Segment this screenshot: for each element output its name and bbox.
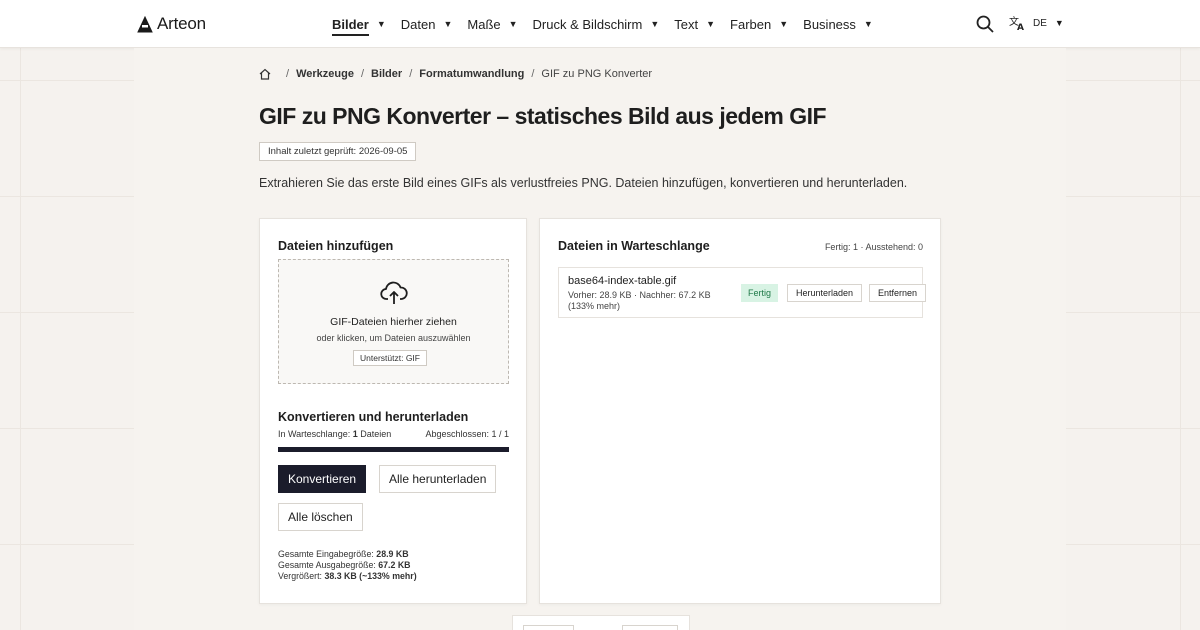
size-growth: Vergrößert: 38.3 KB (~133% mehr) <box>278 571 417 582</box>
pagination-next[interactable] <box>622 625 678 630</box>
file-row: base64-index-table.gif Vorher: 28.9 KB ·… <box>558 267 927 318</box>
queue-stats: In Warteschlange: 1 Dateien Abgeschlosse… <box>278 429 509 439</box>
add-files-panel: Dateien hinzufügen GIF-Dateien hierher z… <box>259 218 527 604</box>
label: Vergrößert: <box>278 571 323 581</box>
nav-item-bilder[interactable]: Bilder ▼ <box>332 13 386 36</box>
add-files-heading: Dateien hinzufügen <box>278 239 394 253</box>
queued-label: In Warteschlange: <box>278 429 351 439</box>
dropzone-hint: oder klicken, um Dateien auszuwählen <box>316 333 471 343</box>
content-sheet: / Werkzeuge / Bilder / Formatumwandlung … <box>134 48 1066 630</box>
breadcrumb-separator: / <box>531 68 535 80</box>
nav-label: Maße <box>467 16 501 32</box>
chevron-down-icon: ▼ <box>863 19 873 29</box>
file-dropzone[interactable]: GIF-Dateien hierher ziehen oder klicken,… <box>278 259 509 384</box>
queued-unit: Dateien <box>360 429 392 439</box>
reviewed-date-badge: Inhalt zuletzt geprüft: 2026-09-05 <box>259 142 417 161</box>
file-size-meta: Vorher: 28.9 KB · Nachher: 67.2 KB (133%… <box>568 290 711 311</box>
value: 38.3 KB (~133% mehr) <box>324 571 417 581</box>
page-title: GIF zu PNG Konverter – statisches Bild a… <box>259 103 827 129</box>
progress-bar <box>278 447 509 452</box>
chevron-down-icon: ▼ <box>1054 18 1064 28</box>
pagination-stub <box>512 615 690 630</box>
breadcrumb: / Werkzeuge / Bilder / Formatumwandlung … <box>259 68 652 80</box>
pagination-prev[interactable] <box>523 625 574 630</box>
chevron-down-icon: ▼ <box>706 19 716 29</box>
chevron-down-icon: ▼ <box>376 19 386 29</box>
download-all-button[interactable]: Alle herunterladen <box>379 465 497 493</box>
nav-label: Farben <box>730 16 772 32</box>
size-totals: Gesamte Eingabegröße: 28.9 KB Gesamte Au… <box>278 549 417 582</box>
breadcrumb-separator: / <box>360 68 364 80</box>
queued-number: 1 <box>352 429 358 439</box>
main-nav: Bilder ▼ Daten ▼ Maße ▼ Druck & Bildschi… <box>332 0 888 48</box>
value: 67.2 KB <box>378 560 411 570</box>
nav-label: Bilder <box>332 17 369 36</box>
file-name: base64-index-table.gif <box>568 275 677 287</box>
convert-button[interactable]: Konvertieren <box>278 465 367 493</box>
status-badge: Fertig <box>741 284 779 302</box>
brand-logo[interactable]: Arteon <box>137 14 206 34</box>
language-switcher[interactable]: 文 A DE ▼ <box>1009 15 1064 31</box>
chevron-down-icon: ▼ <box>779 19 789 29</box>
download-file-button[interactable]: Herunterladen <box>787 284 863 302</box>
total-input-size: Gesamte Eingabegröße: 28.9 KB <box>278 549 417 560</box>
nav-label: Daten <box>400 16 436 32</box>
chevron-down-icon: ▼ <box>443 19 453 29</box>
completed-count: Abgeschlossen: 1 / 1 <box>425 429 509 439</box>
supported-formats-badge: Unterstützt: GIF <box>353 350 427 366</box>
nav-item-business[interactable]: Business ▼ <box>803 17 873 32</box>
queue-heading: Dateien in Warteschlange <box>558 239 710 253</box>
clear-all-button[interactable]: Alle löschen <box>278 503 363 531</box>
search-icon[interactable] <box>976 15 994 33</box>
breadcrumb-separator: / <box>286 68 290 80</box>
nav-item-farben[interactable]: Farben ▼ <box>730 17 788 32</box>
label: Gesamte Ausgabegröße: <box>278 560 376 570</box>
queue-status: Fertig: 1 · Ausstehend: 0 <box>824 242 923 252</box>
queue-panel: Dateien in Warteschlange Fertig: 1 · Aus… <box>539 218 941 604</box>
progress-fill <box>278 447 509 452</box>
nav-label: Text <box>674 16 699 32</box>
cloud-upload-icon <box>380 281 408 304</box>
breadcrumb-link-formatumwandlung[interactable]: Formatumwandlung <box>419 68 524 80</box>
dropzone-title: GIF-Dateien hierher ziehen <box>330 316 457 328</box>
language-code: DE <box>1033 17 1047 29</box>
nav-item-daten[interactable]: Daten ▼ <box>401 17 453 32</box>
chevron-down-icon: ▼ <box>650 19 660 29</box>
total-output-size: Gesamte Ausgabegröße: 67.2 KB <box>278 560 417 571</box>
translate-icon: 文 A <box>1009 15 1024 31</box>
convert-heading: Konvertieren und herunterladen <box>278 410 469 424</box>
value: 28.9 KB <box>376 549 409 559</box>
remove-file-button[interactable]: Entfernen <box>869 284 927 302</box>
chevron-down-icon: ▼ <box>508 19 518 29</box>
intro-text: Extrahieren Sie das erste Bild eines GIF… <box>259 176 908 190</box>
breadcrumb-current: GIF zu PNG Konverter <box>541 68 653 80</box>
nav-label: Business <box>803 16 856 32</box>
breadcrumb-separator: / <box>409 68 413 80</box>
brand-name: Arteon <box>157 14 206 33</box>
breadcrumb-link-werkzeuge[interactable]: Werkzeuge <box>296 68 354 80</box>
svg-text:A: A <box>1017 23 1024 31</box>
nav-item-druck-bildschirm[interactable]: Druck & Bildschirm ▼ <box>533 17 660 32</box>
nav-item-text[interactable]: Text ▼ <box>674 17 715 32</box>
top-navigation-bar: Arteon Bilder ▼ Daten ▼ Maße ▼ Druck & B… <box>0 0 1200 48</box>
home-icon[interactable] <box>259 68 271 80</box>
arteon-logo-icon <box>137 15 153 32</box>
label: Gesamte Eingabegröße: <box>278 549 374 559</box>
breadcrumb-link-bilder[interactable]: Bilder <box>371 68 402 80</box>
queued-count: In Warteschlange: 1 Dateien <box>278 429 391 439</box>
nav-item-masse[interactable]: Maße ▼ <box>467 17 517 32</box>
nav-label: Druck & Bildschirm <box>532 16 643 32</box>
